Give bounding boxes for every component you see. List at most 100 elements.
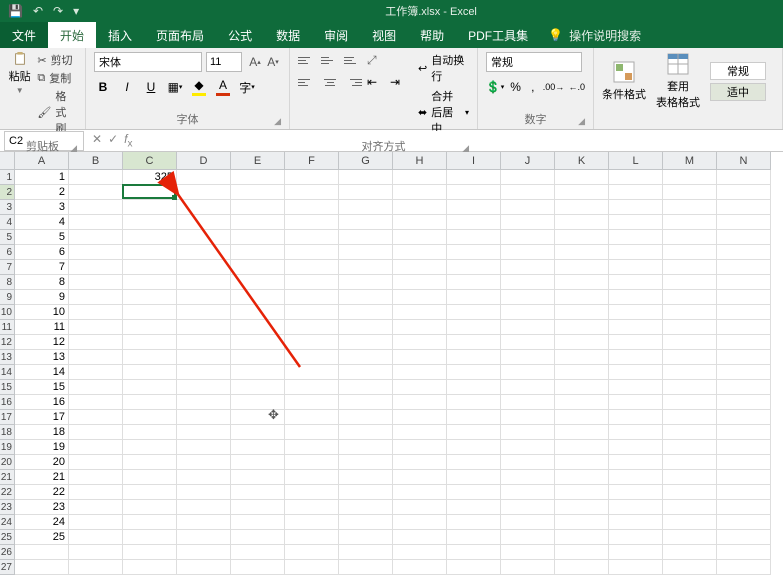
cell[interactable] [717, 200, 771, 215]
cell[interactable] [555, 365, 609, 380]
row-header[interactable]: 20 [0, 455, 15, 470]
cell[interactable] [285, 170, 339, 185]
paste-button[interactable]: 粘贴 ▼ [8, 52, 31, 95]
cell[interactable] [717, 320, 771, 335]
column-header[interactable]: B [69, 152, 123, 170]
cell[interactable] [663, 275, 717, 290]
cell[interactable] [69, 515, 123, 530]
cell[interactable] [123, 335, 177, 350]
cell[interactable] [69, 335, 123, 350]
cell[interactable] [393, 335, 447, 350]
row-header[interactable]: 15 [0, 380, 15, 395]
cell[interactable] [555, 455, 609, 470]
cell[interactable] [177, 275, 231, 290]
cell[interactable] [123, 425, 177, 440]
cell[interactable] [663, 245, 717, 260]
cell[interactable] [393, 170, 447, 185]
row-header[interactable]: 14 [0, 365, 15, 380]
cell[interactable] [393, 425, 447, 440]
tab-home[interactable]: 开始 [48, 22, 96, 48]
cell[interactable] [285, 485, 339, 500]
cell[interactable] [69, 425, 123, 440]
cell[interactable] [447, 200, 501, 215]
row-header[interactable]: 2 [0, 185, 15, 200]
row-header[interactable]: 11 [0, 320, 15, 335]
cell[interactable] [609, 410, 663, 425]
cell[interactable] [177, 365, 231, 380]
accounting-format-button[interactable]: 💲▾ [486, 78, 504, 96]
cell[interactable] [609, 500, 663, 515]
cell[interactable] [555, 320, 609, 335]
underline-button[interactable]: U [142, 78, 160, 96]
tab-insert[interactable]: 插入 [96, 22, 144, 48]
tab-formulas[interactable]: 公式 [216, 22, 264, 48]
cell[interactable] [285, 470, 339, 485]
cell[interactable] [555, 350, 609, 365]
cell[interactable] [69, 500, 123, 515]
cell[interactable] [339, 215, 393, 230]
tab-pdf-tools[interactable]: PDF工具集 [456, 22, 540, 48]
cell[interactable] [555, 380, 609, 395]
cell[interactable] [339, 170, 393, 185]
cell[interactable] [663, 335, 717, 350]
cell[interactable]: 12 [15, 335, 69, 350]
cell[interactable] [555, 530, 609, 545]
cell[interactable] [663, 290, 717, 305]
cell[interactable] [339, 200, 393, 215]
cell[interactable] [555, 545, 609, 560]
row-header[interactable]: 6 [0, 245, 15, 260]
cell[interactable] [663, 200, 717, 215]
cell[interactable] [447, 485, 501, 500]
cell[interactable] [609, 350, 663, 365]
dialog-launcher-icon[interactable]: ◢ [274, 116, 281, 127]
cell[interactable] [555, 170, 609, 185]
cell[interactable] [609, 455, 663, 470]
cancel-icon[interactable]: ✕ [92, 132, 102, 149]
cell[interactable] [177, 410, 231, 425]
cell[interactable] [609, 485, 663, 500]
cell[interactable] [501, 170, 555, 185]
column-header[interactable]: D [177, 152, 231, 170]
cell[interactable] [447, 215, 501, 230]
cell[interactable] [501, 275, 555, 290]
comma-style-button[interactable]: , [527, 78, 538, 96]
cell[interactable] [69, 365, 123, 380]
cell[interactable] [663, 350, 717, 365]
cell[interactable] [717, 515, 771, 530]
cell[interactable] [609, 395, 663, 410]
cell[interactable] [609, 335, 663, 350]
undo-icon[interactable]: ↶ [33, 4, 43, 18]
cell[interactable] [177, 170, 231, 185]
cell[interactable] [339, 320, 393, 335]
cell[interactable] [177, 215, 231, 230]
cell[interactable]: 5 [15, 230, 69, 245]
cell[interactable] [393, 380, 447, 395]
cell[interactable] [555, 485, 609, 500]
cell[interactable] [447, 425, 501, 440]
cell[interactable] [555, 335, 609, 350]
cell[interactable] [609, 440, 663, 455]
cell[interactable] [717, 530, 771, 545]
cell[interactable] [717, 455, 771, 470]
cell[interactable] [447, 305, 501, 320]
cell[interactable] [501, 410, 555, 425]
cell[interactable] [501, 260, 555, 275]
cell[interactable] [663, 500, 717, 515]
row-header[interactable]: 5 [0, 230, 15, 245]
cell[interactable] [447, 470, 501, 485]
cell[interactable] [231, 440, 285, 455]
cell[interactable] [609, 560, 663, 575]
cell[interactable] [177, 245, 231, 260]
cell[interactable] [717, 260, 771, 275]
cell[interactable] [123, 320, 177, 335]
cell[interactable]: 3 [15, 200, 69, 215]
cell[interactable] [555, 425, 609, 440]
cell[interactable] [717, 185, 771, 200]
cell[interactable] [339, 185, 393, 200]
cell[interactable] [177, 500, 231, 515]
cell[interactable] [69, 545, 123, 560]
cell[interactable] [447, 185, 501, 200]
cell[interactable] [393, 530, 447, 545]
cell[interactable] [609, 470, 663, 485]
cell[interactable] [555, 185, 609, 200]
